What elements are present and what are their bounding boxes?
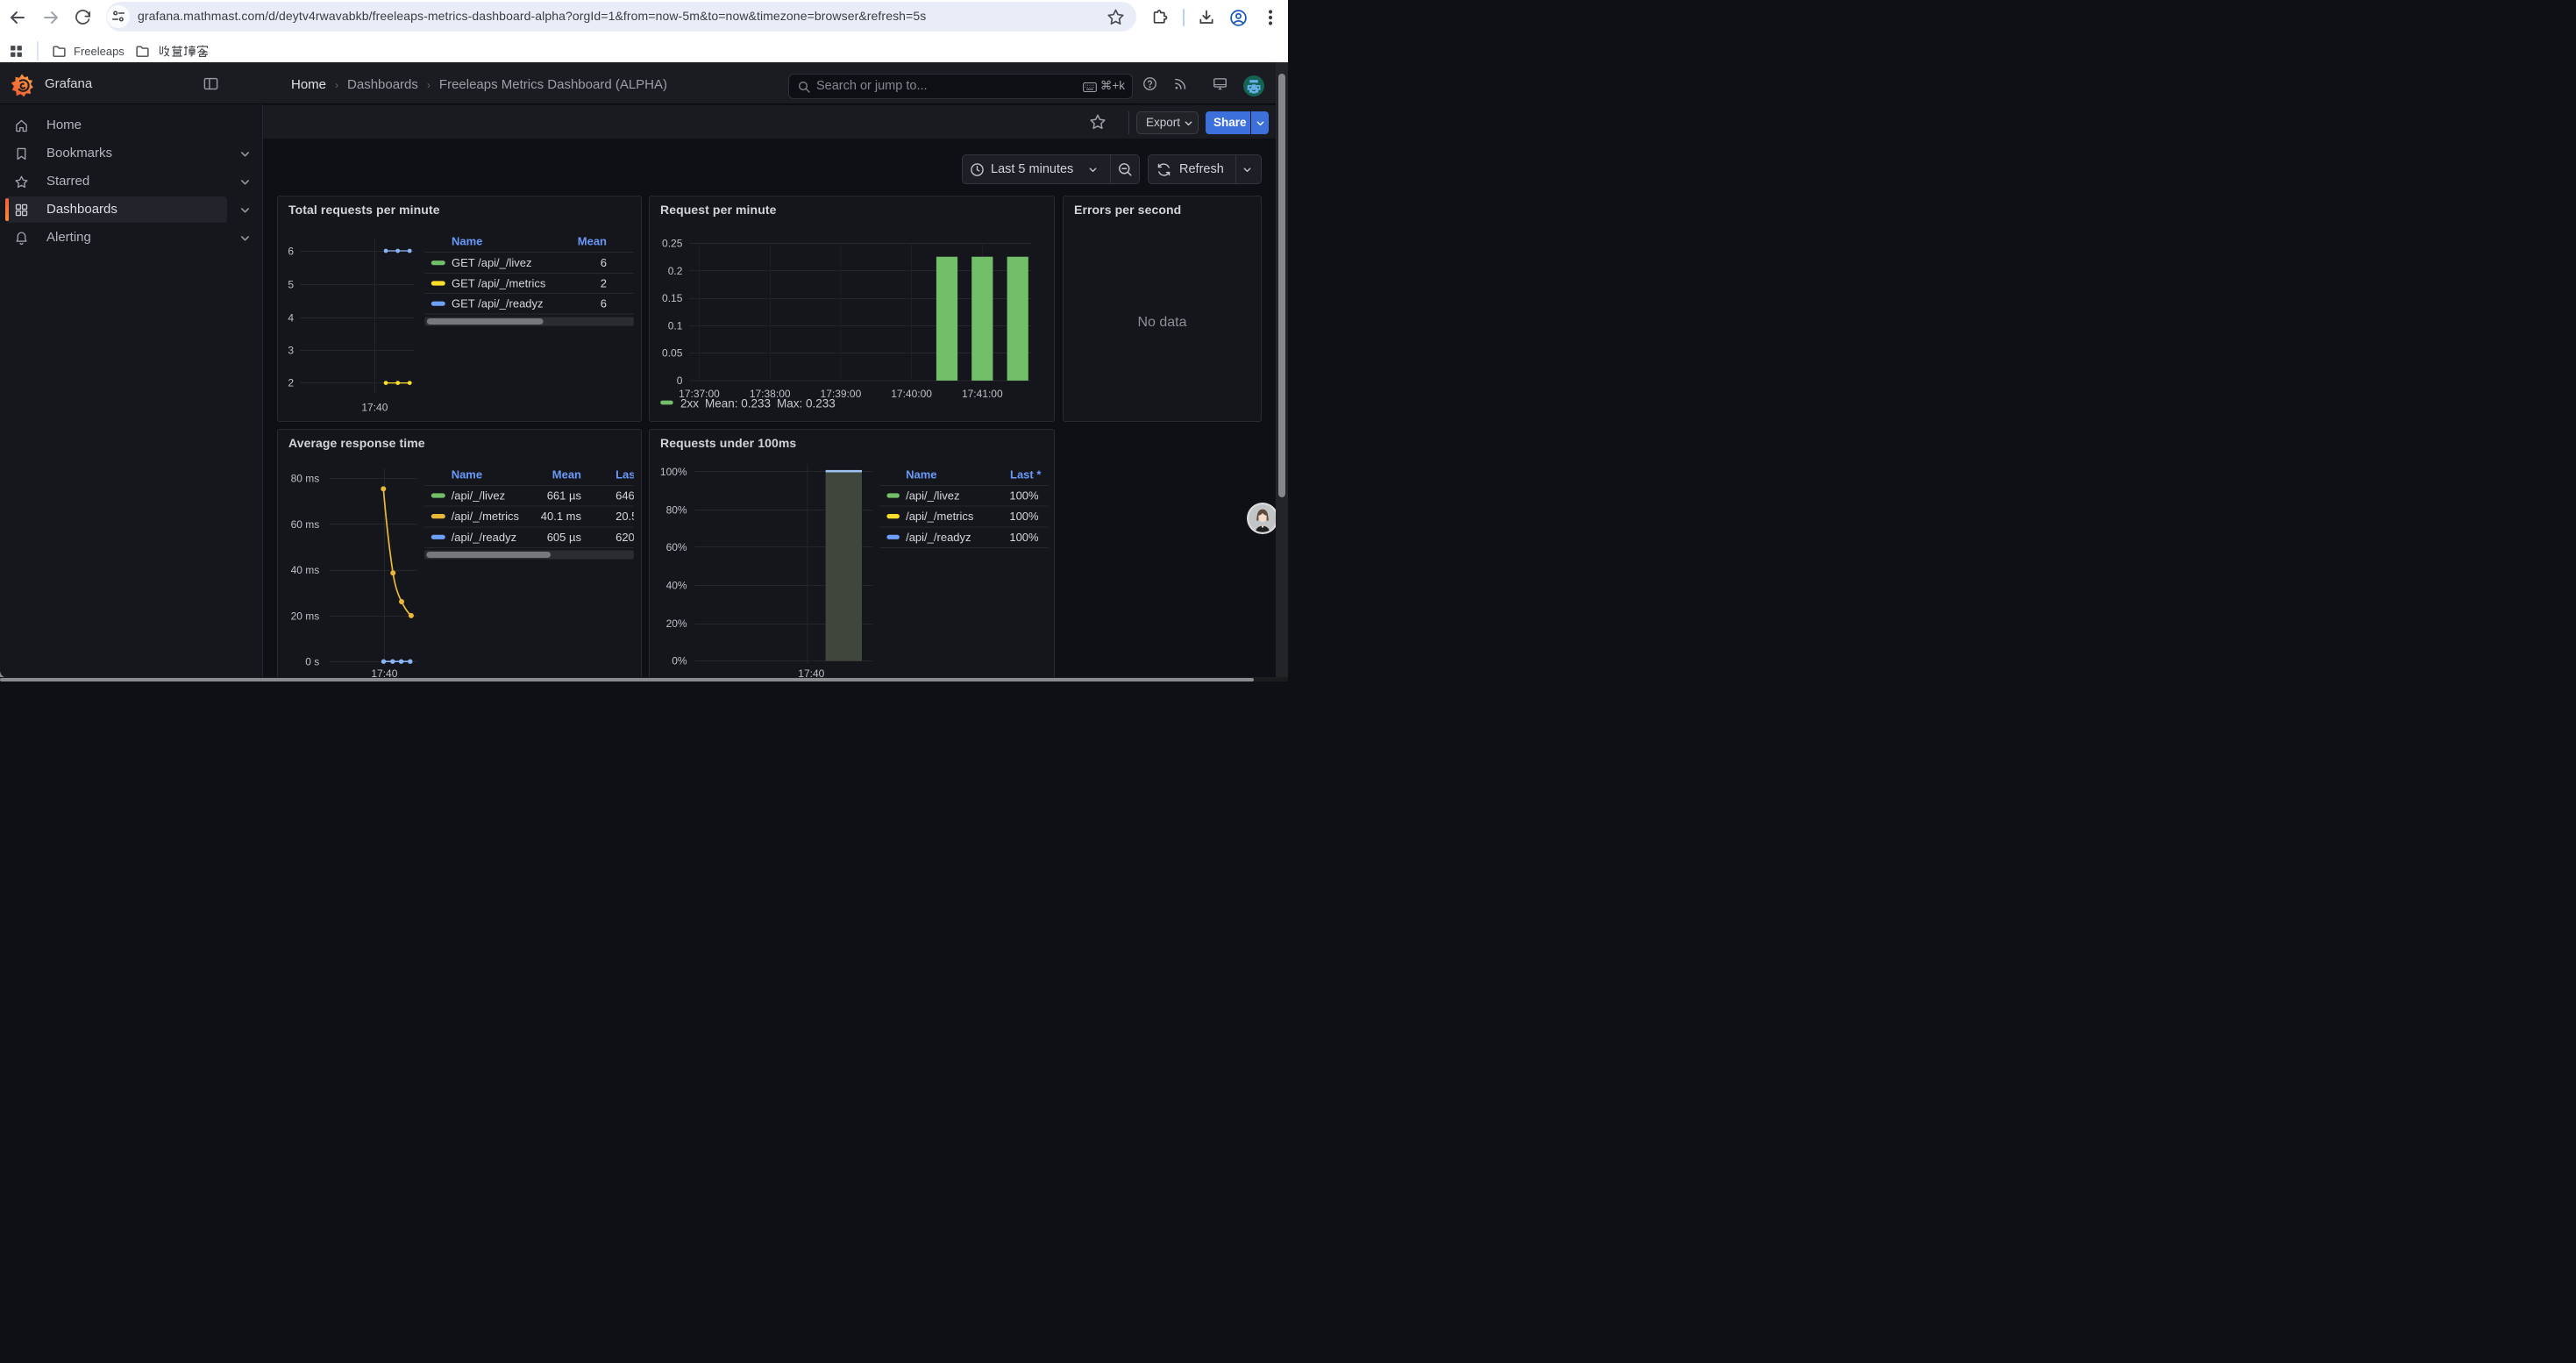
svg-text:0.15: 0.15	[662, 292, 683, 304]
svg-text:GET /api/_/metrics: GET /api/_/metrics	[452, 277, 546, 290]
svg-text:Last *: Last *	[616, 468, 642, 482]
svg-text:0.1: 0.1	[668, 319, 683, 332]
svg-text:605 µs: 605 µs	[547, 531, 582, 544]
svg-text:Max: 0.233: Max: 0.233	[777, 396, 836, 410]
svg-text:/api/_/livez: /api/_/livez	[906, 489, 959, 503]
svg-text:17:40: 17:40	[361, 402, 388, 414]
svg-text:17:40:00: 17:40:00	[891, 388, 932, 400]
svg-text:GET /api/_/livez: GET /api/_/livez	[452, 256, 532, 269]
svg-text:5: 5	[288, 279, 294, 291]
svg-text:6: 6	[288, 246, 294, 258]
svg-text:Mean: Mean	[578, 235, 607, 248]
svg-text:100%: 100%	[1009, 531, 1039, 544]
svg-text:3: 3	[288, 345, 294, 357]
svg-text:0: 0	[677, 375, 683, 387]
svg-text:/api/_/metrics: /api/_/metrics	[906, 510, 974, 523]
svg-text:80 ms: 80 ms	[291, 473, 320, 485]
svg-text:2: 2	[601, 277, 607, 290]
svg-text:2xx: 2xx	[680, 396, 699, 410]
svg-text:100%: 100%	[1009, 510, 1039, 523]
svg-text:0.05: 0.05	[662, 347, 683, 360]
svg-text:646 µs: 646 µs	[616, 489, 642, 503]
svg-text:100%: 100%	[660, 466, 687, 478]
svg-text:GET /api/_/readyz: GET /api/_/readyz	[452, 297, 544, 310]
svg-text:20%: 20%	[666, 617, 687, 630]
svg-text:620 µs: 620 µs	[616, 531, 642, 544]
svg-text:60 ms: 60 ms	[291, 518, 320, 531]
svg-text:20 ms: 20 ms	[291, 610, 320, 622]
svg-text:Name: Name	[906, 468, 936, 482]
svg-text:0.2: 0.2	[668, 265, 683, 277]
svg-text:Mean: Mean	[552, 468, 581, 482]
svg-text:Name: Name	[452, 235, 482, 248]
svg-text:0 s: 0 s	[305, 655, 319, 667]
svg-text:0.25: 0.25	[662, 238, 683, 250]
svg-text:0%: 0%	[672, 655, 687, 667]
svg-text:Mean: 0.233: Mean: 0.233	[705, 396, 771, 410]
svg-text:/api/_/readyz: /api/_/readyz	[906, 531, 971, 544]
svg-text:661 µs: 661 µs	[547, 489, 582, 503]
svg-text:80%: 80%	[666, 504, 687, 517]
svg-text:/api/_/metrics: /api/_/metrics	[452, 510, 520, 523]
svg-text:6: 6	[601, 256, 607, 269]
svg-text:40 ms: 40 ms	[291, 564, 320, 576]
svg-text:/api/_/livez: /api/_/livez	[452, 489, 505, 503]
svg-text:/api/_/readyz: /api/_/readyz	[452, 531, 516, 544]
svg-text:100%: 100%	[1009, 489, 1039, 503]
svg-text:Name: Name	[452, 468, 482, 482]
svg-text:40%: 40%	[666, 580, 687, 592]
svg-text:6: 6	[601, 297, 607, 310]
svg-text:17:41:00: 17:41:00	[962, 388, 1003, 400]
svg-text:4: 4	[288, 312, 294, 325]
svg-text:Last *: Last *	[1010, 468, 1042, 482]
svg-text:20.5 ms: 20.5 ms	[616, 510, 642, 523]
svg-text:2: 2	[288, 377, 294, 389]
svg-text:60%: 60%	[666, 541, 687, 553]
svg-text:40.1 ms: 40.1 ms	[541, 510, 582, 523]
